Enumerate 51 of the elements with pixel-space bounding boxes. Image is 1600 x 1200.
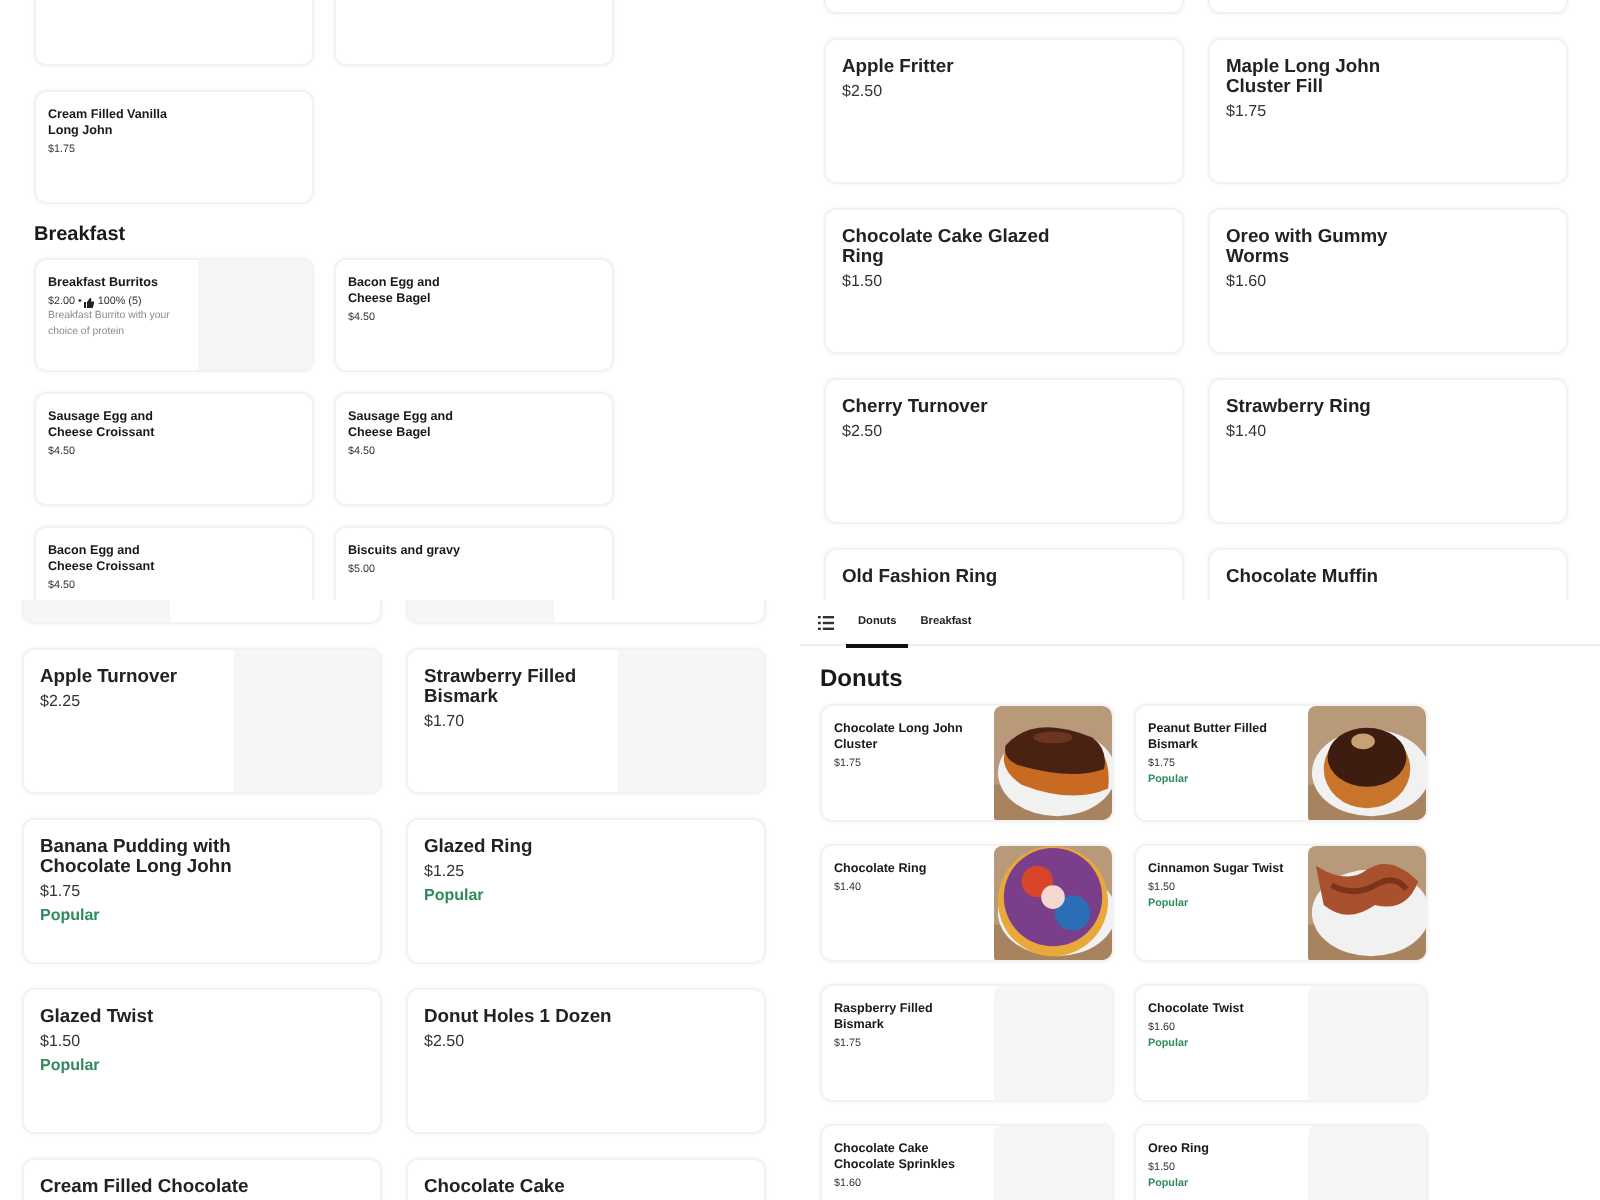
popular-label: Popular xyxy=(40,1056,100,1074)
item-name: Donut Holes 1 Dozen xyxy=(424,1006,612,1026)
menu-item-card[interactable]: Apple Fritter $2.50 xyxy=(824,38,1184,184)
item-name: Chocolate Muffin xyxy=(1226,566,1379,586)
item-name: Maple Long John Cluster Fill xyxy=(1226,56,1383,96)
section-heading: Breakfast xyxy=(34,224,128,246)
item-name: Glazed Ring xyxy=(424,836,533,856)
item-price: $1.70 xyxy=(424,712,465,730)
menu-icon[interactable] xyxy=(818,615,834,629)
item-name: Oreo with Gummy Worms xyxy=(1226,226,1390,266)
popular-label: Popular xyxy=(40,906,100,924)
item-name: Apple Fritter xyxy=(842,56,954,76)
item-price: $1.75 xyxy=(1226,102,1267,120)
item-name: Strawberry Ring xyxy=(1226,396,1371,416)
item-price: $2.50 xyxy=(424,1032,465,1050)
menu-item-card[interactable]: Chocolate Muffin xyxy=(1208,548,1568,600)
menu-item-card[interactable]: Chocolate Cake xyxy=(406,1158,766,1200)
item-price: $2.25 xyxy=(40,692,81,710)
menu-item-card[interactable]: Strawberry Filled Bismark $1.70 xyxy=(406,648,766,794)
item-price: $1.50 xyxy=(842,272,883,290)
menu-item-card[interactable]: Donut Holes 1 Dozen $2.50 xyxy=(406,988,766,1134)
menu-item-card[interactable]: Oreo with Gummy Worms $1.60 xyxy=(1208,208,1568,354)
item-name: Apple Turnover xyxy=(40,666,178,686)
item-price: $1.60 xyxy=(1226,272,1267,290)
item-price: $1.40 xyxy=(1226,422,1267,440)
item-name: Chocolate Cake xyxy=(424,1176,565,1196)
item-price: $2.50 xyxy=(842,422,883,440)
menu-item-card[interactable]: Old Fashion Ring xyxy=(824,548,1184,600)
menu-item-card[interactable]: Cherry Turnover $2.50 xyxy=(824,378,1184,524)
menu-item-card[interactable]: Glazed Twist $1.50 Popular xyxy=(22,988,382,1134)
item-name: Old Fashion Ring xyxy=(842,566,998,586)
item-price: $2.50 xyxy=(842,82,883,100)
popular-label: Popular xyxy=(424,886,484,904)
item-price: $1.50 xyxy=(40,1032,81,1050)
menu-item-card[interactable]: Chocolate Cake Glazed Ring $1.50 xyxy=(824,208,1184,354)
thumbs-up-icon xyxy=(84,297,95,307)
item-name: Strawberry Filled Bismark xyxy=(424,666,579,706)
menu-item-card[interactable]: Apple Turnover $2.25 xyxy=(22,648,382,794)
item-price: $1.75 xyxy=(40,882,81,900)
item-name: Glazed Twist xyxy=(40,1006,154,1026)
menu-item-card[interactable]: Banana Pudding with Chocolate Long John $1.75 Popular xyxy=(22,818,382,964)
item-name: Cherry Turnover xyxy=(842,396,988,416)
item-name: Cream Filled Chocolate xyxy=(40,1176,249,1196)
menu-item-card[interactable]: Cream Filled Chocolate xyxy=(22,1158,382,1200)
section-heading: Donuts xyxy=(820,664,905,692)
item-name: Chocolate Cake Glazed Ring xyxy=(842,226,1050,266)
item-name: Banana Pudding with Chocolate Long John xyxy=(40,836,234,876)
menu-item-card[interactable]: Maple Long John Cluster Fill $1.75 xyxy=(1208,38,1568,184)
menu-item-card[interactable]: Glazed Ring $1.25 Popular xyxy=(406,818,766,964)
menu-item-card[interactable]: Strawberry Ring $1.40 xyxy=(1208,378,1568,524)
item-price: $1.25 xyxy=(424,862,465,880)
